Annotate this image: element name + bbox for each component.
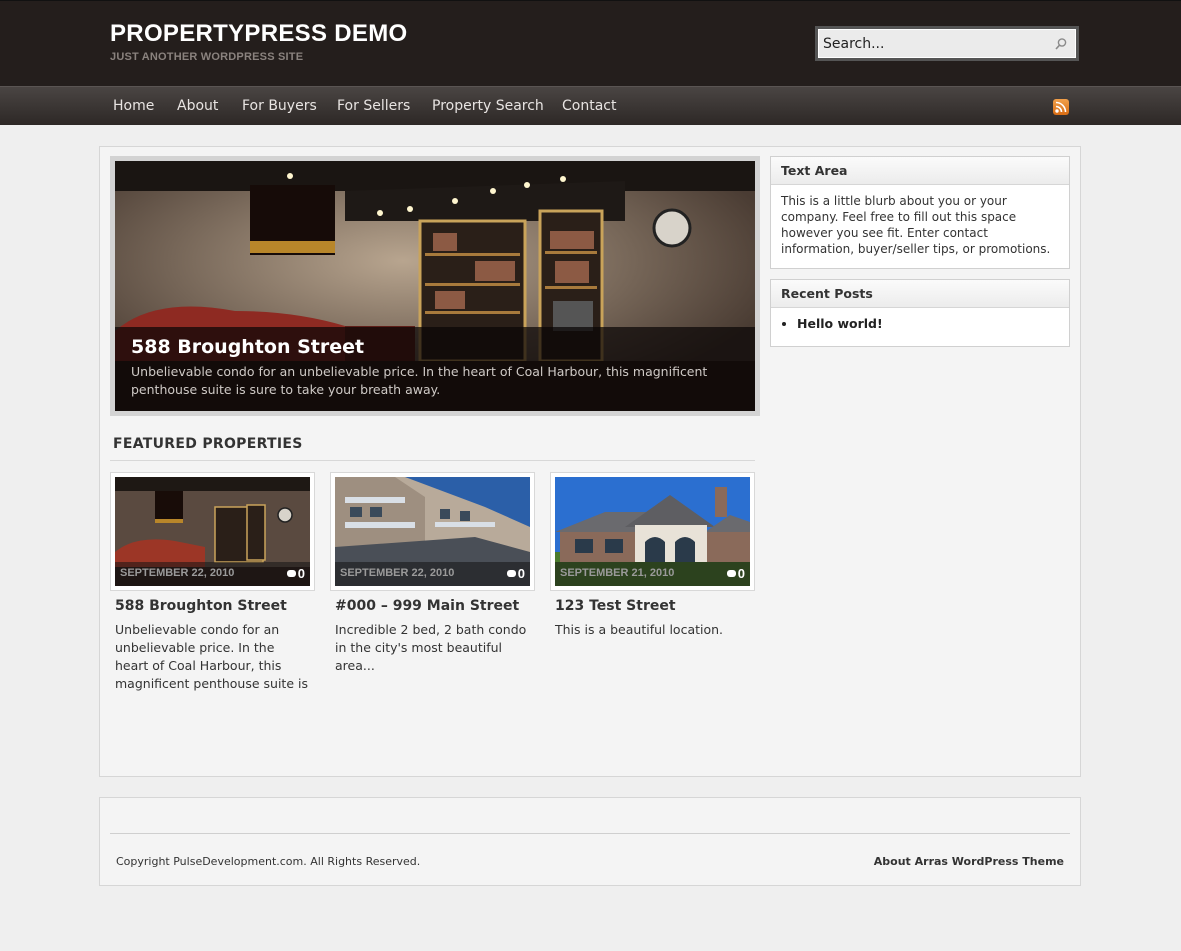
slide-caption: 588 Broughton Street Unbelievable condo …	[115, 327, 755, 411]
site-header: PROPERTYPRESS DEMO JUST ANOTHER WORDPRES…	[0, 0, 1181, 86]
property-excerpt: Unbelievable condo for an unbelievable p…	[115, 622, 308, 691]
recent-posts-widget: Recent Posts Hello world!	[770, 279, 1070, 347]
comment-count[interactable]: 0	[286, 566, 305, 581]
property-meta: SEPTEMBER 22, 2010 0	[115, 562, 310, 586]
comment-count-value: 0	[737, 566, 745, 581]
search-icon[interactable]	[1054, 37, 1068, 51]
slide-title[interactable]: 588 Broughton Street	[131, 336, 364, 358]
property-date: SEPTEMBER 21, 2010	[560, 567, 675, 579]
property-excerpt: Incredible 2 bed, 2 bath condo in the ci…	[335, 622, 527, 673]
featured-slide[interactable]: 588 Broughton Street Unbelievable condo …	[110, 156, 760, 416]
recent-post-link[interactable]: Hello world!	[797, 316, 1059, 332]
widget-title: Recent Posts	[771, 280, 1069, 308]
nav-item-property-search[interactable]: Property Search	[432, 98, 544, 114]
comment-icon	[726, 570, 736, 577]
text-area-widget: Text Area This is a little blurb about y…	[770, 156, 1070, 269]
nav-item-about[interactable]: About	[177, 98, 218, 114]
widget-title: Text Area	[771, 157, 1069, 185]
site-footer: Copyright PulseDevelopment.com. All Righ…	[99, 797, 1081, 886]
property-excerpt: This is a beautiful location.	[555, 622, 724, 637]
property-image[interactable]: SEPTEMBER 21, 2010 0	[555, 477, 750, 586]
property-meta: SEPTEMBER 21, 2010 0	[555, 562, 750, 586]
property-date: SEPTEMBER 22, 2010	[120, 567, 235, 579]
property-thumbnail[interactable]: SEPTEMBER 22, 2010 0	[330, 472, 535, 591]
divider	[110, 460, 755, 461]
nav-item-home[interactable]: Home	[113, 98, 154, 114]
property-thumbnail[interactable]: SEPTEMBER 21, 2010 0	[550, 472, 755, 591]
property-image[interactable]: SEPTEMBER 22, 2010 0	[115, 477, 310, 586]
widget-body: This is a little blurb about you or your…	[781, 194, 1051, 256]
nav-item-for-buyers[interactable]: For Buyers	[242, 98, 317, 114]
property-title[interactable]: #000 – 999 Main Street	[335, 598, 519, 614]
nav-item-contact[interactable]: Contact	[562, 98, 616, 114]
rss-icon[interactable]	[1053, 99, 1069, 115]
property-meta: SEPTEMBER 22, 2010 0	[335, 562, 530, 586]
recent-posts-list: Hello world!	[771, 308, 1069, 340]
featured-properties-heading: FEATURED PROPERTIES	[113, 436, 303, 452]
site-tagline: JUST ANOTHER WORDPRESS SITE	[110, 51, 304, 63]
comment-icon	[506, 570, 516, 577]
property-title[interactable]: 123 Test Street	[555, 598, 676, 614]
comment-icon	[286, 570, 296, 577]
property-date: SEPTEMBER 22, 2010	[340, 567, 455, 579]
slide-text: Unbelievable condo for an unbelievable p…	[131, 364, 708, 397]
comment-count[interactable]: 0	[506, 566, 525, 581]
property-thumbnail[interactable]: SEPTEMBER 22, 2010 0	[110, 472, 315, 591]
property-image[interactable]: SEPTEMBER 22, 2010 0	[335, 477, 530, 586]
site-title[interactable]: PROPERTYPRESS DEMO	[110, 20, 407, 48]
nav-item-for-sellers[interactable]: For Sellers	[337, 98, 410, 114]
theme-credit-link[interactable]: About Arras WordPress Theme	[874, 855, 1064, 868]
comment-count-value: 0	[297, 566, 305, 581]
comment-count[interactable]: 0	[726, 566, 745, 581]
search-box	[815, 26, 1079, 61]
divider	[110, 833, 1070, 834]
copyright-text: Copyright PulseDevelopment.com. All Righ…	[116, 855, 421, 868]
comment-count-value: 0	[517, 566, 525, 581]
property-title[interactable]: 588 Broughton Street	[115, 598, 287, 614]
search-input[interactable]	[823, 34, 1043, 54]
main-nav: Home About For Buyers For Sellers Proper…	[0, 86, 1181, 125]
